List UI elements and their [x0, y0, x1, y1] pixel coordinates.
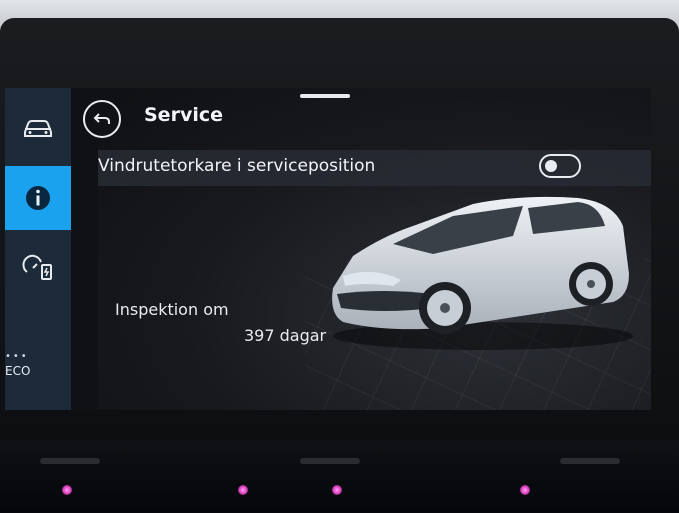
wiper-service-toggle[interactable] — [539, 154, 581, 178]
lower-console — [0, 440, 679, 513]
sidebar: ••• ECO — [5, 88, 71, 410]
temp-glow-center-right — [332, 485, 342, 495]
back-button[interactable] — [83, 100, 121, 138]
sidebar-item-charging[interactable] — [5, 238, 71, 298]
temp-glow-right — [520, 485, 530, 495]
hw-slider-center[interactable] — [300, 458, 360, 464]
vehicle-image — [332, 196, 633, 350]
hw-slider-left[interactable] — [40, 458, 100, 464]
eco-label: ECO — [5, 364, 31, 378]
inspection-value: 397 dagar — [244, 326, 327, 345]
drag-handle[interactable] — [300, 94, 350, 98]
back-arrow-icon — [93, 113, 110, 124]
wiper-service-label: Vindrutetorkare i serviceposition — [98, 156, 376, 176]
car-icon — [24, 120, 52, 137]
charging-icon — [22, 254, 52, 280]
toggle-knob — [545, 160, 557, 172]
sidebar-item-vehicle[interactable] — [5, 98, 71, 158]
wiper-service-setting-row[interactable]: Vindrutetorkare i serviceposition — [98, 150, 651, 186]
temp-glow-left — [62, 485, 72, 495]
hw-slider-right[interactable] — [560, 458, 620, 464]
temp-glow-center-left — [238, 485, 248, 495]
infotainment-screen: ••• ECO Service Vindrutetorkare i servic… — [5, 88, 651, 410]
info-icon — [26, 186, 50, 210]
inspection-label: Inspektion om — [115, 300, 229, 319]
eco-mode-indicator[interactable]: ••• ECO — [5, 350, 45, 378]
eco-dots-icon: ••• — [5, 351, 29, 362]
sidebar-item-info[interactable] — [5, 166, 71, 230]
page-title: Service — [144, 104, 223, 126]
